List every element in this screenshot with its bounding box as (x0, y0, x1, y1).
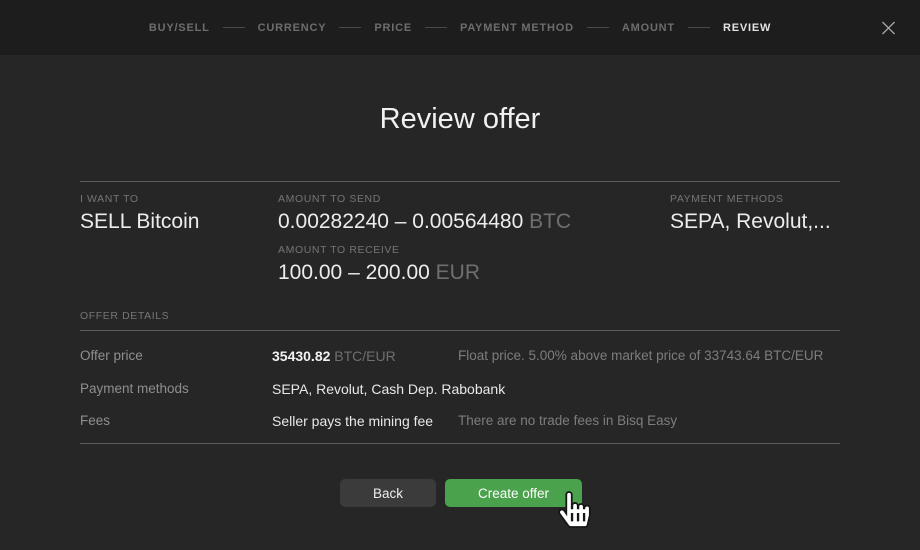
close-icon (878, 17, 899, 38)
amount-to-send-unit: BTC (529, 210, 571, 233)
close-button[interactable] (873, 12, 904, 43)
create-offer-button[interactable]: Create offer (445, 479, 582, 507)
detail-row-payment-methods: Payment methods SEPA, Revolut, Cash Dep.… (80, 381, 840, 399)
divider (80, 181, 840, 182)
payment-methods-row-label: Payment methods (80, 381, 189, 396)
amount-to-receive-value: 100.00 – 200.00 EUR (278, 261, 480, 285)
offer-price-note: Float price. 5.00% above market price of… (458, 348, 823, 363)
offer-price-unit: BTC/EUR (334, 348, 395, 364)
back-button[interactable]: Back (340, 479, 436, 507)
detail-row-offer-price: Offer price 35430.82 BTC/EUR Float price… (80, 348, 840, 366)
summary-amount-to-send: AMOUNT TO SEND 0.00282240 – 0.00564480 B… (278, 193, 571, 234)
offer-price-label: Offer price (80, 348, 143, 363)
summary-amount-to-receive: AMOUNT TO RECEIVE 100.00 – 200.00 EUR (278, 244, 480, 285)
amount-to-send-label: AMOUNT TO SEND (278, 193, 571, 205)
payment-methods-row-value: SEPA, Revolut, Cash Dep. Rabobank (272, 381, 505, 397)
fees-value: Seller pays the mining fee (272, 413, 433, 429)
offer-details-section-label: OFFER DETAILS (80, 310, 169, 322)
review-offer-screen: { "title": "Review offer", "stepper": { … (0, 0, 920, 550)
offer-price-value: 35430.82 BTC/EUR (272, 348, 396, 364)
payment-methods-label: PAYMENT METHODS (670, 193, 831, 205)
payment-methods-value: SEPA, Revolut,... (670, 210, 831, 234)
amount-to-send-value: 0.00282240 – 0.00564480 BTC (278, 210, 571, 234)
direction-value: SELL Bitcoin (80, 210, 199, 234)
review-content: I WANT TO SELL Bitcoin AMOUNT TO SEND 0.… (80, 0, 840, 550)
divider (80, 443, 840, 444)
amount-to-receive-label: AMOUNT TO RECEIVE (278, 244, 480, 256)
summary-direction: I WANT TO SELL Bitcoin (80, 193, 199, 234)
summary-payment-methods: PAYMENT METHODS SEPA, Revolut,... (670, 193, 831, 234)
fees-label: Fees (80, 413, 110, 428)
detail-row-fees: Fees Seller pays the mining fee There ar… (80, 413, 840, 431)
amount-to-receive-unit: EUR (436, 261, 480, 284)
fees-note: There are no trade fees in Bisq Easy (458, 413, 677, 428)
divider (80, 330, 840, 331)
direction-label: I WANT TO (80, 193, 199, 205)
